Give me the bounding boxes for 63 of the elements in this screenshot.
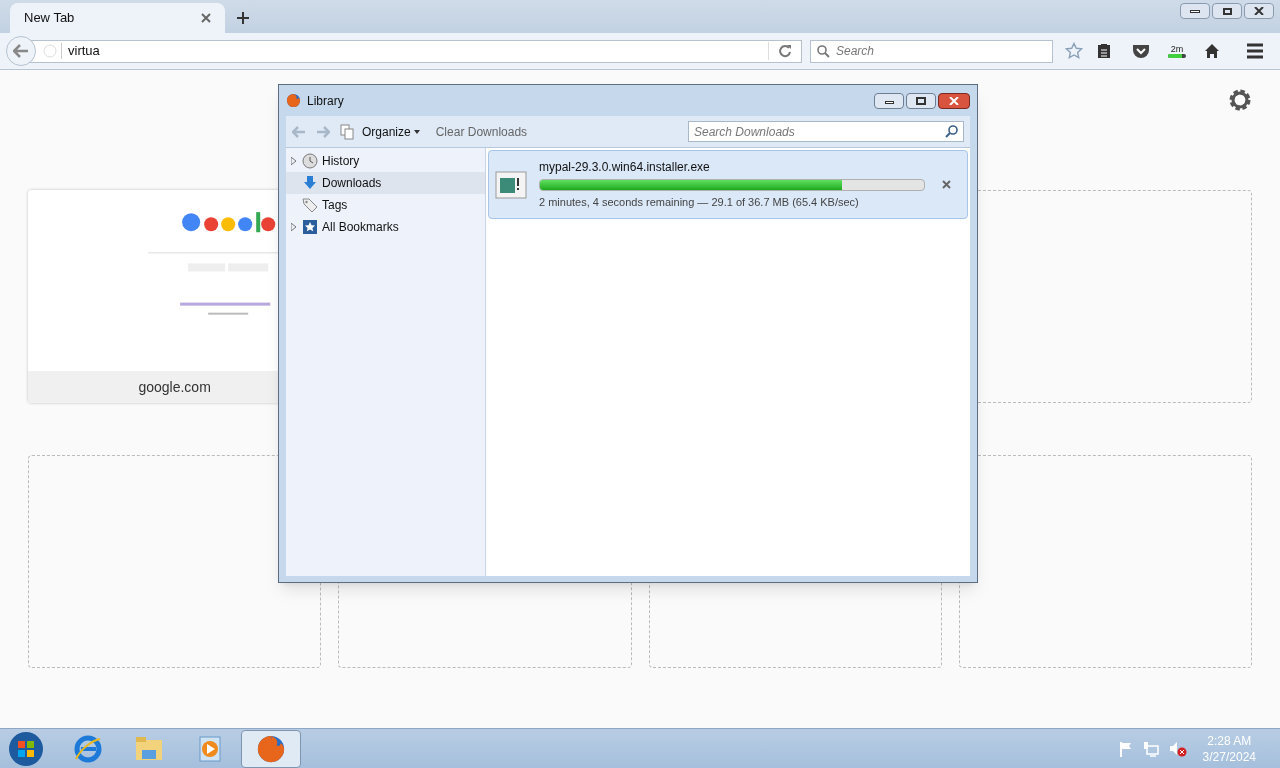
cancel-icon[interactable] — [942, 180, 951, 189]
organize-icon — [340, 123, 356, 140]
expand-arrow-icon[interactable] — [291, 157, 296, 165]
back-button[interactable] — [6, 36, 36, 66]
organize-menu[interactable]: Organize — [362, 122, 420, 141]
sidebar-label: Downloads — [322, 175, 382, 192]
muted-speaker-icon[interactable] — [1168, 740, 1187, 757]
maximize-button[interactable] — [906, 92, 936, 109]
search-icon — [945, 125, 958, 138]
search-placeholder: Search — [836, 43, 875, 60]
close-icon — [949, 96, 959, 105]
search-field[interactable]: Search — [810, 39, 1053, 63]
star-icon[interactable] — [1065, 42, 1083, 60]
sidebar-label: All Bookmarks — [322, 219, 399, 236]
download-item[interactable]: mypal-29.3.0.win64.installer.exe 2 minutes, 4 seconds remaining — 29.1 of 36.7 MB (65.4 KB/sec) — [488, 150, 968, 219]
close-button[interactable] — [938, 92, 970, 109]
close-button[interactable] — [1244, 3, 1274, 19]
download-status: 2 minutes, 4 seconds remaining — 29.1 of 36.7 MB (65.4 KB/sec) — [539, 195, 860, 211]
download-time: 2m — [1170, 44, 1184, 54]
reload-icon[interactable] — [778, 44, 792, 58]
file-name: mypal-29.3.0.win64.installer.exe — [539, 159, 711, 177]
new-tab-icon[interactable] — [237, 12, 249, 24]
start-button[interactable] — [8, 730, 44, 767]
window-title: Library — [307, 92, 344, 110]
clock-icon — [302, 153, 318, 169]
close-icon[interactable] — [201, 13, 211, 23]
search-placeholder: Search Downloads — [694, 123, 796, 141]
clock-date: 3/27/2024 — [1202, 748, 1256, 765]
sidebar-label: Tags — [322, 197, 348, 214]
settings-icon[interactable] — [1227, 87, 1253, 113]
info-icon — [43, 44, 57, 58]
browser-e-icon — [73, 733, 103, 764]
minimize-button[interactable] — [1180, 3, 1210, 19]
download-arrow-icon — [302, 175, 318, 191]
sidebar-label: History — [322, 153, 360, 170]
sidebar-item[interactable]: History — [286, 150, 485, 172]
close-icon — [1254, 7, 1264, 15]
download-indicator[interactable]: 2m — [1168, 44, 1186, 58]
caret-icon — [413, 129, 420, 134]
search-icon — [817, 44, 830, 58]
taskbar-button[interactable] — [241, 729, 301, 768]
address-bar[interactable]: virtua — [30, 39, 802, 63]
reading-list-icon[interactable] — [1096, 43, 1112, 59]
sidebar-item[interactable]: Downloads — [286, 172, 485, 194]
menu-icon[interactable] — [1246, 43, 1264, 59]
media-player-icon — [197, 734, 223, 763]
address-text: virtua — [68, 42, 101, 61]
app-icon — [286, 93, 301, 108]
restore-button[interactable] — [1212, 3, 1242, 19]
pocket-icon[interactable] — [1132, 43, 1150, 59]
home-icon[interactable] — [1204, 43, 1220, 59]
tag-icon — [302, 197, 318, 213]
search-downloads-field[interactable]: Search Downloads — [688, 121, 964, 142]
back-arrow-icon — [13, 44, 29, 58]
expand-arrow-icon[interactable] — [291, 223, 296, 231]
file-icon — [495, 170, 527, 199]
clear-downloads-button[interactable]: Clear Downloads — [435, 122, 528, 141]
browser-tab[interactable]: New Tab — [10, 3, 225, 33]
minimize-button[interactable] — [874, 92, 904, 109]
tab-title: New Tab — [24, 9, 76, 28]
firefox-icon — [256, 733, 286, 764]
clock-time: 2:28 AM — [1207, 732, 1252, 749]
bookmarks-star-icon — [302, 219, 318, 235]
